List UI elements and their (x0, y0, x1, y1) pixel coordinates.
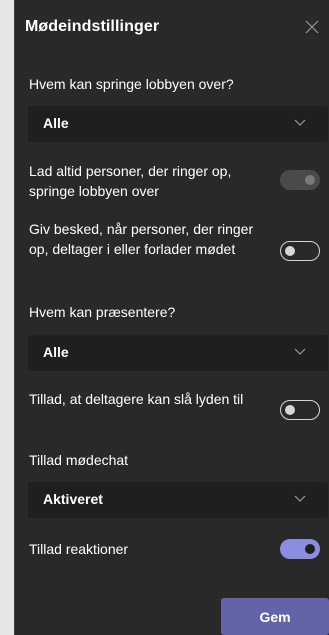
unmute-label: Tillad, at deltagere kan slå lyden til (29, 391, 244, 407)
presenters-dropdown[interactable]: Alle (28, 335, 328, 371)
toggle-knob (285, 246, 295, 256)
lobby-bypass-label: Hvem kan springe lobbyen over? (29, 76, 234, 92)
meeting-chat-dropdown[interactable]: Aktiveret (28, 482, 328, 518)
meeting-options-panel: Mødeindstillinger Hvem kan springe lobby… (14, 0, 329, 635)
presenters-value: Alle (43, 344, 69, 360)
unmute-toggle[interactable] (280, 400, 320, 420)
chevron-down-icon (294, 495, 306, 502)
dial-in-bypass-toggle[interactable] (280, 170, 320, 190)
panel-title: Mødeindstillinger (25, 18, 160, 35)
toggle-knob (285, 405, 295, 415)
presenters-label: Hvem kan præsentere? (29, 304, 176, 320)
lobby-bypass-value: Alle (43, 115, 69, 131)
meeting-chat-label: Tillad mødechat (29, 452, 129, 468)
reactions-toggle[interactable] (280, 539, 320, 559)
reactions-label: Tillad reaktioner (29, 541, 129, 557)
close-icon[interactable] (303, 18, 321, 36)
notify-dial-in-label: Giv besked, når personer, der ringer op,… (29, 221, 254, 257)
toggle-knob (305, 544, 315, 554)
chevron-down-icon (294, 119, 306, 126)
dial-in-bypass-label: Lad altid personer, der ringer op, sprin… (29, 163, 232, 199)
panel-header: Mødeindstillinger (25, 18, 321, 42)
lobby-bypass-dropdown[interactable]: Alle (28, 106, 328, 142)
chevron-down-icon (294, 348, 306, 355)
notify-dial-in-toggle[interactable] (280, 241, 320, 261)
toggle-knob (305, 175, 315, 185)
meeting-chat-value: Aktiveret (43, 491, 103, 507)
save-button[interactable]: Gem (221, 598, 329, 635)
